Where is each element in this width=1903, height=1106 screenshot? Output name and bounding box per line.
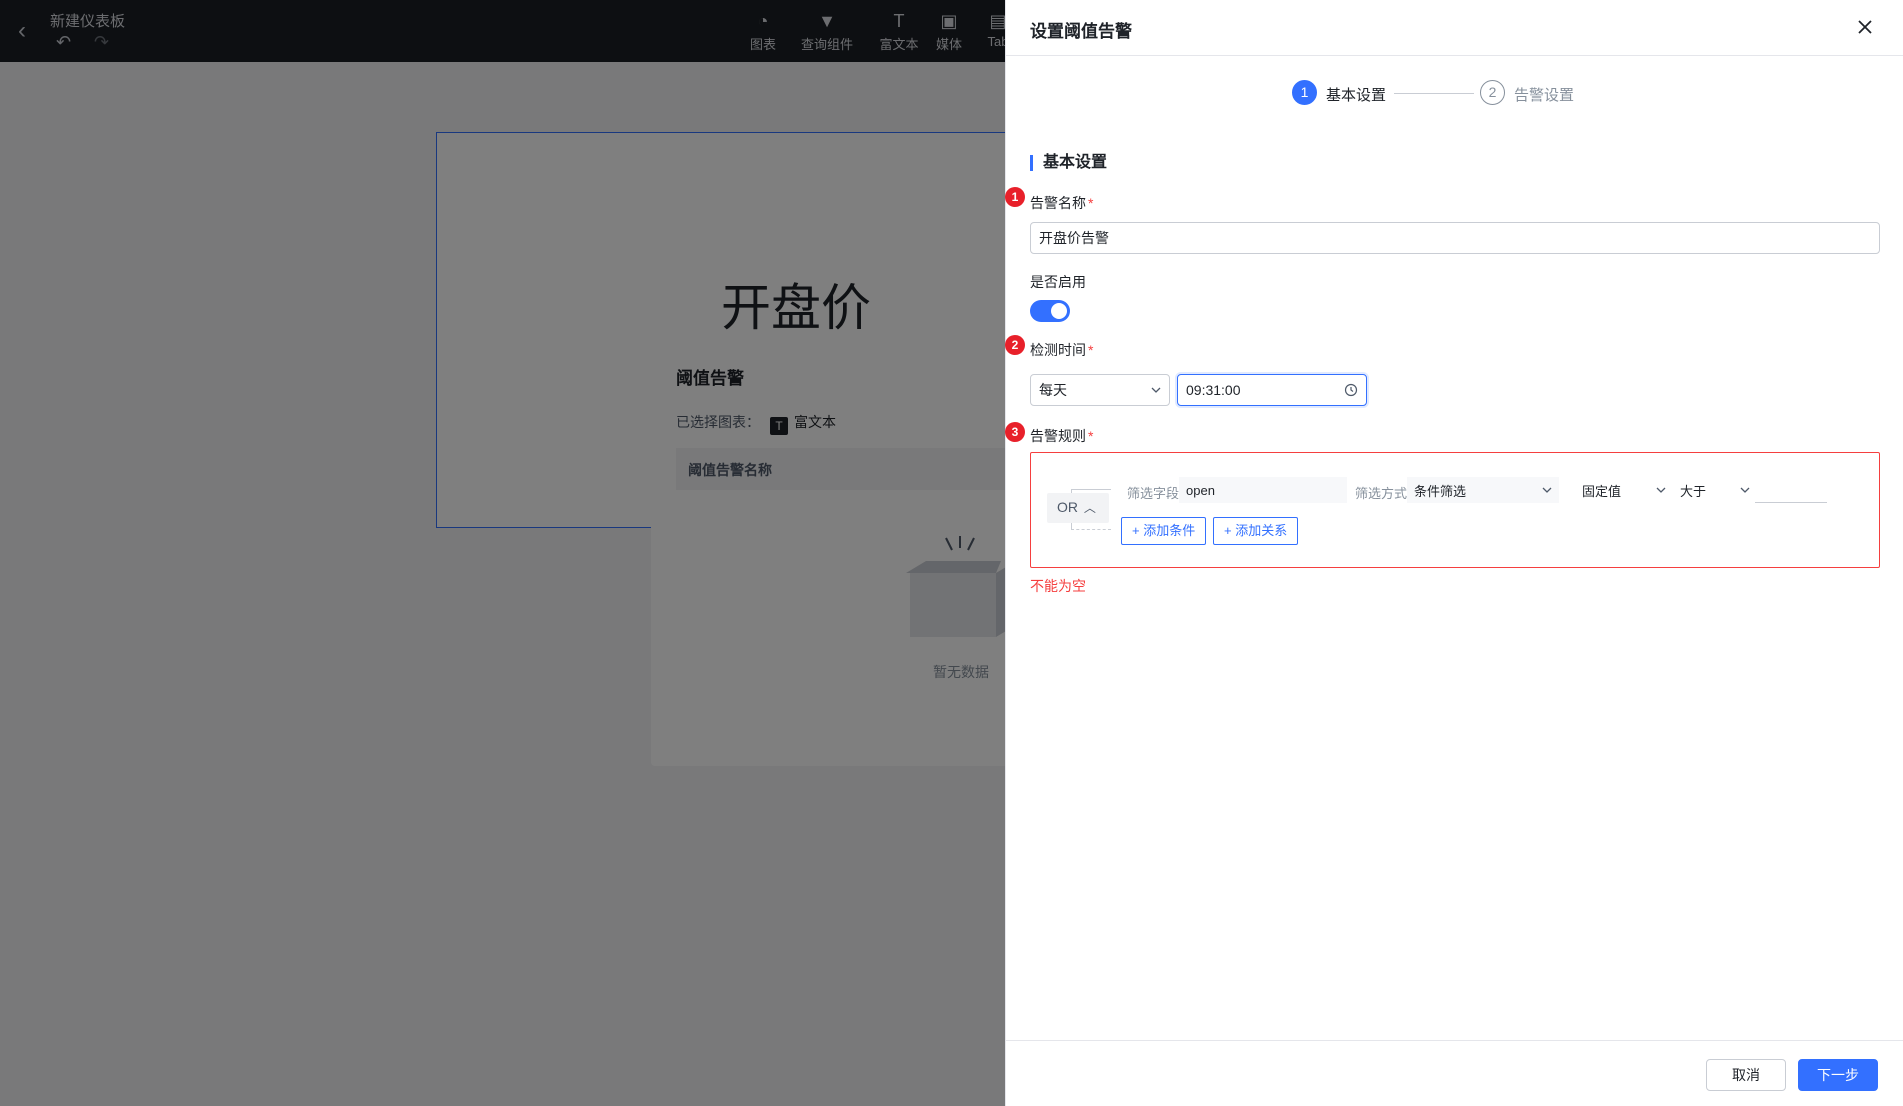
detect-time-label-text: 检测时间 <box>1030 342 1086 358</box>
filter-method-value: 条件筛选 <box>1414 483 1467 499</box>
step-connector <box>1394 93 1474 94</box>
required-mark: * <box>1088 342 1094 358</box>
chevron-down-icon <box>1542 487 1552 493</box>
enabled-toggle[interactable] <box>1030 300 1070 322</box>
relation-line <box>1071 529 1111 530</box>
chevron-down-icon <box>1151 387 1161 393</box>
drawer-footer: 取消 下一步 <box>1006 1040 1903 1106</box>
step-2-circle: 2 <box>1480 80 1505 105</box>
filter-field-label: 筛选字段 <box>1127 486 1180 501</box>
frequency-value: 每天 <box>1039 382 1067 398</box>
value-type-select[interactable]: 固定值 <box>1575 477 1673 503</box>
rules-error-text: 不能为空 <box>1030 578 1086 594</box>
rule-editor: OR ︿ 筛选字段 open 筛选方式 条件筛选 固定值 大于 + 添加条件 +… <box>1030 452 1880 568</box>
annotation-badge-3: 3 <box>1005 422 1025 442</box>
step-1-circle: 1 <box>1292 80 1317 105</box>
frequency-select[interactable]: 每天 <box>1030 374 1170 406</box>
alert-rules-label-text: 告警规则 <box>1030 428 1086 444</box>
relation-toggle[interactable]: OR ︿ <box>1047 493 1109 523</box>
steps: 1 基本设置 2 告警设置 <box>1292 80 1612 108</box>
close-icon[interactable] <box>1854 16 1876 38</box>
drawer-title: 设置阈值告警 <box>1030 22 1132 41</box>
section-title: 基本设置 <box>1030 155 1107 171</box>
annotation-badge-1: 1 <box>1005 187 1025 207</box>
threshold-alert-drawer: 设置阈值告警 1 基本设置 2 告警设置 基本设置 1 告警名称 * 开盘价告警 … <box>1005 0 1903 1106</box>
filter-method-label: 筛选方式 <box>1355 486 1408 501</box>
relation-line <box>1071 489 1111 490</box>
alert-name-label-text: 告警名称 <box>1030 195 1086 211</box>
enabled-label: 是否启用 <box>1030 274 1086 290</box>
toggle-knob <box>1051 303 1067 319</box>
required-mark: * <box>1088 195 1094 211</box>
relation-label: OR <box>1057 499 1078 515</box>
clock-icon <box>1344 383 1358 397</box>
cancel-button[interactable]: 取消 <box>1706 1059 1786 1091</box>
chevron-up-icon: ︿ <box>1083 501 1096 515</box>
operator-value: 大于 <box>1680 483 1707 499</box>
filter-field-input[interactable]: open <box>1179 477 1347 503</box>
operator-select[interactable]: 大于 <box>1673 477 1757 503</box>
chevron-down-icon <box>1656 487 1666 493</box>
alert-name-value: 开盘价告警 <box>1039 230 1109 246</box>
time-picker[interactable]: 09:31:00 <box>1177 374 1367 406</box>
alert-rules-label: 告警规则 * <box>1030 426 1093 446</box>
filter-method-select[interactable]: 条件筛选 <box>1407 477 1559 503</box>
compare-value-input[interactable] <box>1755 477 1827 503</box>
drawer-header: 设置阈值告警 <box>1006 0 1903 56</box>
time-value: 09:31:00 <box>1186 382 1241 398</box>
add-relation-button[interactable]: + 添加关系 <box>1213 517 1299 545</box>
alert-name-input[interactable]: 开盘价告警 <box>1030 222 1880 254</box>
step-2-label: 告警设置 <box>1514 87 1575 104</box>
next-step-button[interactable]: 下一步 <box>1798 1059 1878 1091</box>
filter-field-value: open <box>1186 482 1215 498</box>
step-1-label: 基本设置 <box>1326 87 1387 104</box>
chevron-down-icon <box>1740 487 1750 493</box>
required-mark: * <box>1088 428 1094 444</box>
value-type-value: 固定值 <box>1582 483 1622 499</box>
detect-time-label: 检测时间 * <box>1030 340 1093 360</box>
annotation-badge-2: 2 <box>1005 335 1025 355</box>
add-condition-button[interactable]: + 添加条件 <box>1121 517 1207 545</box>
alert-name-label: 告警名称 * <box>1030 193 1093 213</box>
